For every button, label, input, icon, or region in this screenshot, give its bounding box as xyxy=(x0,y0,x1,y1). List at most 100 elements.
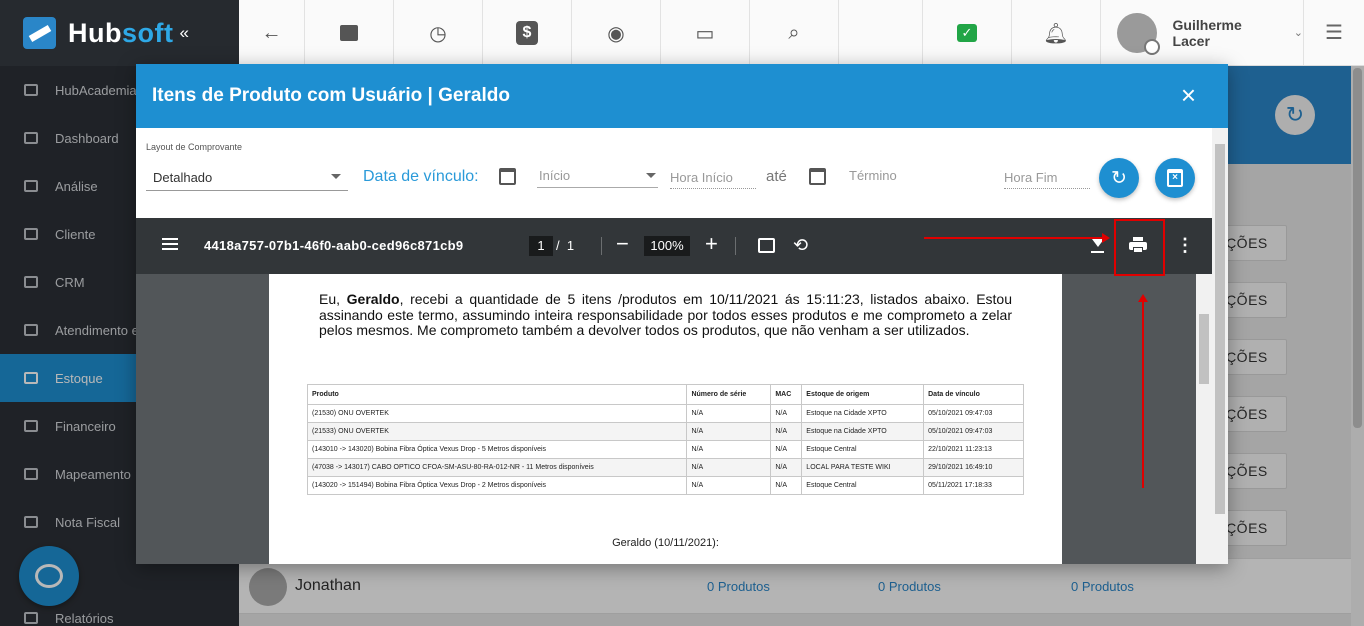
end-date-input[interactable]: Término xyxy=(849,168,897,183)
pdf-zoom-input[interactable]: 100% xyxy=(644,236,690,256)
table-cell: (143010 -> 143020) Bobina Fibra Óptica V… xyxy=(306,440,688,459)
annotation-highlight-box xyxy=(1114,219,1165,276)
zoom-in-icon[interactable]: + xyxy=(705,233,718,255)
schedule-button[interactable]: ◷ xyxy=(394,0,483,66)
table-cell: (21530) ONU OVERTEK xyxy=(306,404,688,423)
pdf-divider xyxy=(601,237,602,255)
table-cell: LOCAL PARA TESTE WIKI xyxy=(801,458,925,477)
layout-select[interactable]: Detalhado xyxy=(146,161,348,191)
brand[interactable]: Hubsoft « xyxy=(0,0,239,66)
table-cell: N/A xyxy=(686,404,772,423)
terminal-button[interactable]: ▭ xyxy=(661,0,750,66)
modal-header: Itens de Produto com Usuário | Geraldo xyxy=(136,64,1228,128)
finance-button[interactable]: $ xyxy=(483,0,572,66)
pdf-signature: Geraldo (10/11/2021): xyxy=(612,537,719,549)
start-date-input[interactable]: Início xyxy=(539,168,570,183)
table-cell: (143020 -> 151494) Bobina Fibra Óptica V… xyxy=(306,476,688,495)
user-menu[interactable]: Guilherme Lacer ⌄ xyxy=(1101,0,1304,65)
pdf-items-table: Produto Número de série MAC Estoque de orig… xyxy=(306,384,1024,495)
until-label: até xyxy=(766,168,787,185)
table-cell: N/A xyxy=(686,440,772,459)
calendar-clock-icon: ◷ xyxy=(429,22,447,45)
end-time-input[interactable]: Hora Fim xyxy=(1004,170,1057,185)
back-button[interactable]: ← xyxy=(239,0,305,66)
pdf-menu-icon[interactable] xyxy=(162,238,178,250)
eye-icon: ◉ xyxy=(607,22,625,45)
table-cell: N/A xyxy=(770,422,803,441)
date-link-label: Data de vínculo: xyxy=(363,168,479,185)
back-arrow-icon: ← xyxy=(261,21,282,44)
table-cell: (47038 -> 143017) CABO OPTICO CFOA-SM-AS… xyxy=(306,458,688,477)
table-cell: 22/10/2021 11:23:13 xyxy=(923,440,1024,459)
more-options-icon[interactable]: ⋮ xyxy=(1176,235,1194,255)
annotation-arrow-right xyxy=(924,233,1110,243)
table-cell: N/A xyxy=(770,458,803,477)
scrollbar-thumb[interactable] xyxy=(1215,144,1225,514)
table-cell: 05/10/2021 09:47:03 xyxy=(923,422,1024,441)
pdf-term-text: Eu, Geraldo, recebi a quantidade de 5 it… xyxy=(319,291,1012,338)
table-header-row: Produto Número de série MAC Estoque de orig… xyxy=(306,384,1024,405)
notifications-button[interactable]: 🔔︎ xyxy=(1012,0,1101,66)
table-cell: N/A xyxy=(770,440,803,459)
fit-page-icon[interactable] xyxy=(758,238,775,253)
rotate-icon[interactable]: ⟲ xyxy=(793,236,808,254)
table-header-cell: Data de vínculo xyxy=(923,384,1024,405)
table-cell: N/A xyxy=(770,476,803,495)
bell-icon: 🔔︎ xyxy=(1043,22,1069,45)
product-items-modal: Itens de Produto com Usuário | Geraldo ×… xyxy=(136,64,1228,564)
start-time-input[interactable]: Hora Início xyxy=(670,170,733,185)
annotation-arrow-up xyxy=(1138,294,1148,488)
end-time-underline xyxy=(1004,188,1090,189)
zoom-out-icon[interactable]: − xyxy=(616,233,629,255)
tasks-button[interactable]: ✓ xyxy=(923,0,1012,66)
layout-select-value: Detalhado xyxy=(153,170,213,185)
table-cell: Estoque na Cidade XPTO xyxy=(801,422,925,441)
table-cell: 29/10/2021 16:49:10 xyxy=(923,458,1024,477)
search-icon: ⌕ xyxy=(788,21,800,44)
user-avatar xyxy=(1117,12,1160,55)
chevron-down-icon xyxy=(646,173,656,178)
pdf-viewport[interactable]: Eu, Geraldo, recebi a quantidade de 5 it… xyxy=(136,274,1212,564)
refresh-button[interactable]: ↻ xyxy=(1099,158,1139,198)
table-row: (47038 -> 143017) CABO OPTICO CFOA-SM-AS… xyxy=(306,458,1024,477)
hubsoft-logo-icon xyxy=(23,17,56,49)
terminal-icon: ▭ xyxy=(695,22,715,45)
calendar-icon[interactable] xyxy=(499,168,516,185)
modal-scrollbar[interactable] xyxy=(1212,128,1228,564)
clear-date-button[interactable]: × xyxy=(1155,158,1195,198)
brand-name: Hubsoft xyxy=(68,17,174,48)
table-row: (21530) ONU OVERTEK N/A N/A Estoque na Cida… xyxy=(306,404,1024,423)
contact-icon xyxy=(340,25,358,41)
table-cell: N/A xyxy=(686,476,772,495)
contacts-button[interactable] xyxy=(305,0,394,66)
table-cell: N/A xyxy=(686,458,772,477)
table-header-cell: Número de série xyxy=(686,384,772,405)
table-cell: N/A xyxy=(686,422,772,441)
calendar-icon[interactable] xyxy=(809,168,826,185)
modal-title: Itens de Produto com Usuário | Geraldo xyxy=(152,85,510,106)
pdf-filename: 4418a757-07b1-46f0-aab0-ced96c871cb9 xyxy=(204,238,464,253)
calendar-remove-icon: × xyxy=(1167,169,1183,187)
table-cell: Estoque na Cidade XPTO xyxy=(801,404,925,423)
table-row: (143010 -> 143020) Bobina Fibra Óptica V… xyxy=(306,440,1024,459)
table-cell: (21533) ONU OVERTEK xyxy=(306,422,688,441)
dollar-icon: $ xyxy=(516,21,538,45)
table-header-cell: Produto xyxy=(306,384,688,405)
view-button[interactable]: ◉ xyxy=(572,0,661,66)
search-button[interactable]: ⌕ xyxy=(750,0,839,66)
pdf-scrollbar[interactable] xyxy=(1196,274,1212,564)
table-cell: 05/10/2021 09:47:03 xyxy=(923,404,1024,423)
list-menu-button[interactable]: ☰ xyxy=(1304,0,1364,65)
table-row: (21533) ONU OVERTEK N/A N/A Estoque na Cida… xyxy=(306,422,1024,441)
collapse-sidebar-icon[interactable]: « xyxy=(179,23,188,43)
pdf-page-input[interactable]: 1 xyxy=(529,236,553,256)
table-cell: Estoque Central xyxy=(801,476,925,495)
refresh-icon: ↻ xyxy=(1111,167,1127,189)
pdf-toolbar: 4418a757-07b1-46f0-aab0-ced96c871cb9 1 /… xyxy=(136,218,1212,274)
start-date-underline xyxy=(537,187,658,188)
table-header-cell: MAC xyxy=(770,384,803,405)
scrollbar-thumb[interactable] xyxy=(1199,314,1209,384)
close-icon[interactable]: × xyxy=(1181,82,1196,108)
user-name: Guilherme Lacer xyxy=(1172,16,1242,49)
pdf-divider xyxy=(735,237,736,255)
